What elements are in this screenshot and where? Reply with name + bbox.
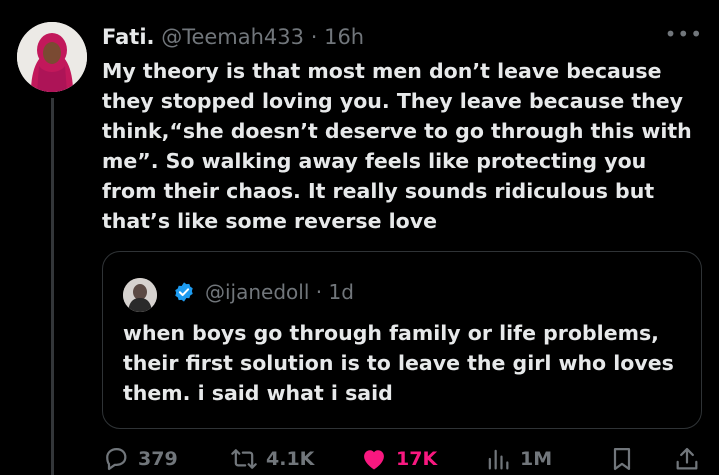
like-count: 17K [396, 448, 438, 470]
display-name[interactable]: Fati. [102, 25, 155, 49]
quoted-header: @ijanedoll · 1d [205, 279, 354, 305]
quoted-avatar-image [123, 278, 157, 312]
quoted-tweet[interactable]: @ijanedoll · 1d when boys go through fam… [102, 251, 702, 429]
repost-count: 4.1K [266, 448, 315, 470]
separator: · [310, 25, 318, 49]
repost-button[interactable]: 4.1K [230, 445, 314, 473]
bookmark-button[interactable] [608, 445, 644, 473]
quoted-text: when boys go through family or life prob… [123, 321, 674, 405]
bookmark-icon [613, 447, 631, 471]
quoted-handle[interactable]: @ijanedoll [205, 280, 309, 304]
views-count: 1M [520, 448, 553, 470]
avatar[interactable] [17, 22, 87, 92]
thread-line [51, 98, 54, 475]
reply-button[interactable]: 379 [102, 445, 178, 473]
verified-badge-icon [175, 282, 193, 302]
avatar-image [17, 22, 87, 92]
share-icon [676, 447, 698, 470]
heart-icon [364, 450, 384, 470]
tweet-text: My theory is that most men don’t leave b… [102, 59, 692, 233]
share-button[interactable] [673, 445, 709, 473]
reply-icon [106, 447, 127, 471]
reply-count: 379 [138, 448, 178, 470]
timestamp[interactable]: 16h [324, 25, 364, 49]
more-options-icon[interactable]: ••• [665, 22, 703, 46]
like-button[interactable]: 17K [360, 445, 437, 473]
quoted-timestamp[interactable]: 1d [328, 280, 353, 304]
quoted-avatar[interactable] [123, 278, 157, 312]
repost-icon [231, 449, 257, 469]
tweet-header: Fati. @Teemah433 · 16h [102, 24, 364, 50]
views-icon [488, 449, 509, 470]
handle[interactable]: @Teemah433 [161, 25, 304, 49]
quoted-separator: · [315, 280, 323, 304]
views-button[interactable]: 1M [484, 445, 552, 473]
action-bar: 379 4.1K 17K 1M [102, 445, 719, 475]
